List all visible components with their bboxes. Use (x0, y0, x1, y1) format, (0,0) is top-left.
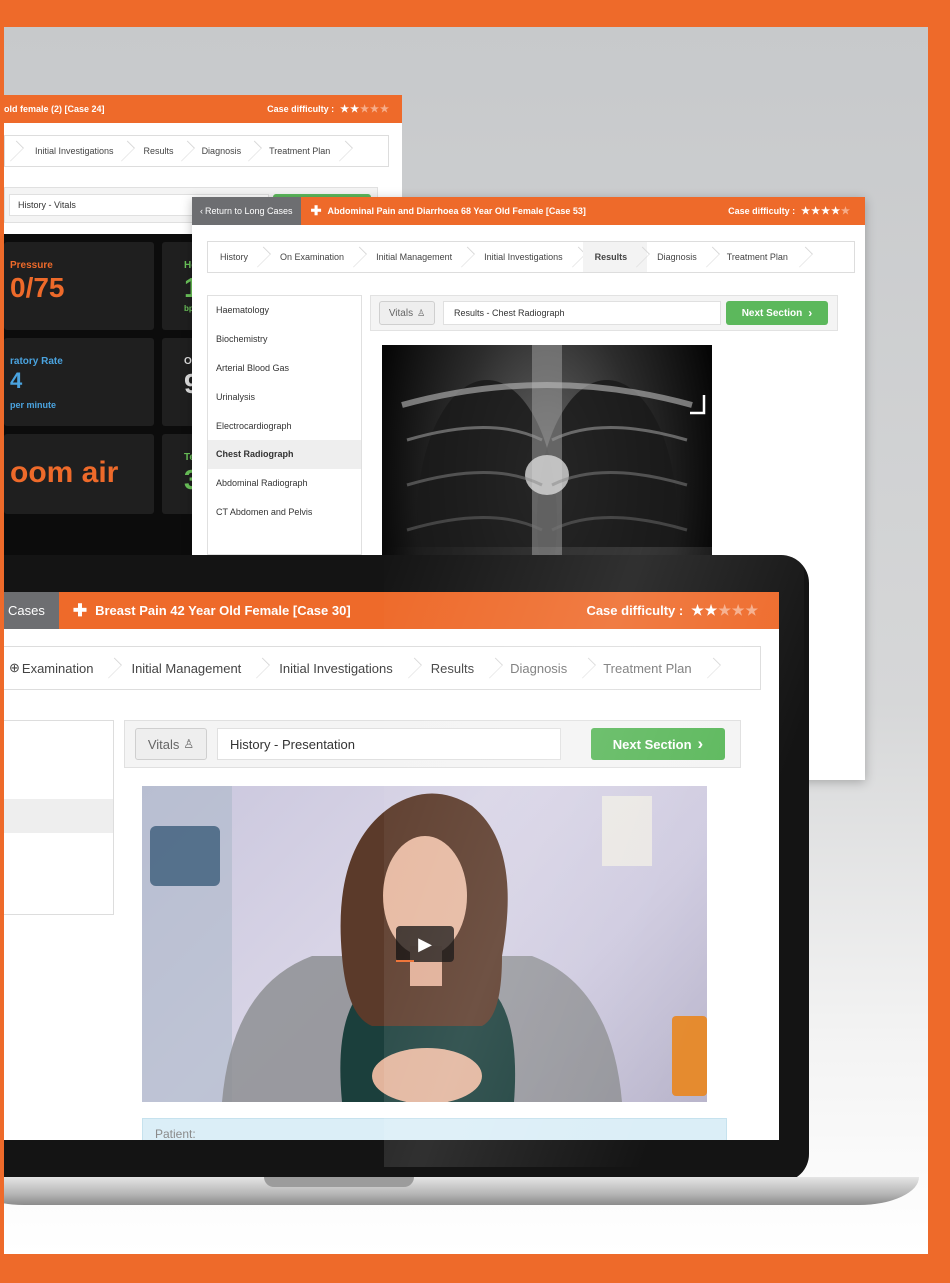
step-diagnosis[interactable]: Diagnosis (192, 136, 260, 166)
laptop-notch (264, 1177, 414, 1187)
case-header: Cases ✚ Breast Pain 42 Year Old Female [… (4, 592, 779, 629)
step-breadcrumb: ⊕ Examination Initial Management Initial… (4, 646, 761, 690)
section-bar: Vitals ♙ Results - Chest Radiograph Next… (370, 295, 838, 331)
list-item[interactable]: Urinalysis (208, 382, 361, 411)
step-results[interactable]: Results (132, 136, 192, 166)
plus-icon: ✚ (72, 600, 88, 620)
case-title: Abdominal Pain and Diarrhoea 68 Year Old… (327, 206, 586, 216)
next-section-button[interactable]: Next Section › (591, 728, 725, 760)
step-diagnosis[interactable]: Diagnosis (500, 647, 593, 689)
step-breadcrumb: Initial Investigations Results Diagnosis… (4, 135, 389, 167)
difficulty-label: Case difficulty : (586, 603, 684, 618)
chevron-left-icon: ‹ (200, 206, 203, 216)
difficulty-stars: ★★★★★ (340, 103, 390, 115)
step-examination[interactable]: ⊕ Examination (4, 647, 119, 689)
step-treatment-plan[interactable]: Treatment Plan (259, 136, 350, 166)
step-results[interactable]: Results (419, 647, 500, 689)
difficulty-stars: ★★★★★ (691, 602, 759, 618)
step-history[interactable]: History (208, 242, 268, 272)
section-field[interactable]: History - Presentation (217, 728, 561, 760)
next-section-button[interactable]: Next Section › (726, 301, 828, 325)
case-header: ‹ Return to Long Cases ✚ Abdominal Pain … (192, 197, 865, 225)
return-button[interactable]: Cases (4, 592, 59, 629)
step-treatment-plan[interactable]: Treatment Plan (717, 242, 810, 272)
circle-plus-icon: ⊕ (9, 660, 20, 675)
list-item[interactable]: Haematology (208, 296, 361, 325)
user-icon: ♙ (417, 307, 426, 318)
section-bar: Vitals ♙ History - Presentation Next Sec… (124, 720, 741, 768)
difficulty-label: Case difficulty : (728, 206, 796, 216)
list-item[interactable]: Biochemistry (208, 325, 361, 354)
step-treatment-plan[interactable]: Treatment Plan (593, 647, 717, 689)
step-breadcrumb: History On Examination Initial Managemen… (207, 241, 855, 273)
list-item-active[interactable]: Chest Radiograph (208, 439, 361, 469)
step-initial-investigations[interactable]: Initial Investigations (267, 647, 418, 689)
case-title: Breast Pain 42 Year Old Female [Case 30] (95, 603, 351, 618)
step-initial-investigations[interactable]: Initial Investigations (21, 136, 132, 166)
blood-pressure-tile: Pressure 0/75 (4, 242, 154, 330)
background: old female (2) [Case 24] Case difficulty… (4, 27, 928, 1254)
section-field[interactable]: Results - Chest Radiograph (443, 301, 721, 325)
list-item[interactable]: Abdominal Radiograph (208, 469, 361, 498)
section-list (4, 720, 114, 915)
return-button[interactable]: ‹ Return to Long Cases (192, 197, 301, 225)
list-item[interactable]: Arterial Blood Gas (208, 354, 361, 383)
step-initial-management[interactable]: Initial Management (364, 242, 472, 272)
oxygen-tile: oom air (4, 434, 154, 514)
step-initial-management[interactable]: Initial Management (119, 647, 267, 689)
respiratory-rate-tile: ratory Rate 4 per minute (4, 338, 154, 426)
list-item-active[interactable] (4, 799, 113, 833)
vitals-button[interactable]: Vitals ♙ (379, 301, 435, 325)
step-results[interactable]: Results (582, 242, 648, 272)
list-item[interactable]: Electrocardiograph (208, 411, 361, 440)
step-on-examination[interactable]: On Examination (268, 242, 364, 272)
laptop-base (4, 1177, 919, 1205)
step-diagnosis[interactable]: Diagnosis (647, 242, 717, 272)
vitals-button[interactable]: Vitals ♙ (135, 728, 207, 760)
patient-info: Patient: (142, 1118, 727, 1140)
list-item[interactable]: CT Abdomen and Pelvis (208, 498, 361, 527)
difficulty-stars: ★★★★★ (801, 205, 851, 217)
plus-icon: ✚ (310, 203, 322, 218)
case-title: old female (2) [Case 24] (4, 104, 105, 114)
case-header: old female (2) [Case 24] Case difficulty… (4, 95, 402, 123)
chevron-right-icon: › (808, 306, 813, 320)
difficulty-label: Case difficulty : (267, 104, 335, 114)
laptop-screen: Cases ✚ Breast Pain 42 Year Old Female [… (4, 592, 779, 1140)
results-list: Haematology Biochemistry Arterial Blood … (207, 295, 362, 555)
chevron-right-icon: › (697, 734, 704, 753)
video-progress (396, 960, 414, 962)
patient-video[interactable]: ▶ (142, 786, 707, 1102)
play-icon: ▶ (418, 933, 432, 954)
play-button[interactable]: ▶ (396, 926, 454, 962)
step-initial-investigations[interactable]: Initial Investigations (472, 242, 583, 272)
user-icon: ♙ (183, 737, 195, 751)
